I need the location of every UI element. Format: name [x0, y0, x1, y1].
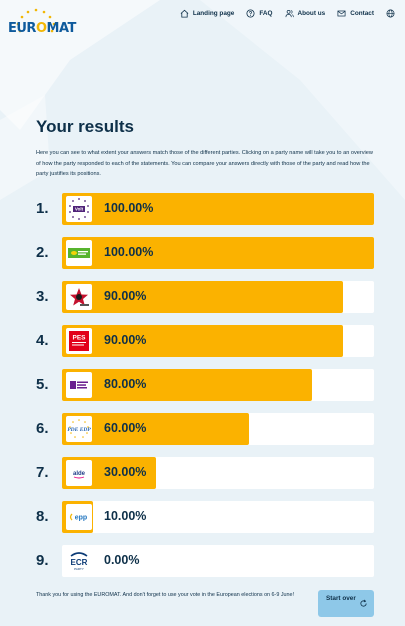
result-row: 6. PDE EDP 60.00% — [36, 413, 376, 445]
svg-text:Volt: Volt — [75, 207, 84, 212]
language-selector[interactable] — [386, 9, 399, 18]
result-row: 4. PES 90.00% — [36, 325, 376, 357]
rank-number: 6. — [36, 420, 49, 437]
match-fill — [62, 369, 312, 401]
intro-text: Here you can see to what extent your ans… — [36, 150, 373, 177]
page-title: Your results — [36, 117, 134, 136]
party-result-bar[interactable]: 90.00% — [62, 281, 374, 313]
euromat-logo[interactable]: EUROMAT — [8, 8, 76, 40]
result-row: 5. 80.00% — [36, 369, 376, 401]
result-row: 1. Volt 100.00% — [36, 193, 376, 225]
left-logo — [66, 284, 92, 310]
svg-text:ECR: ECR — [71, 558, 88, 567]
match-percentage: 80.00% — [104, 377, 147, 391]
nav-faq[interactable]: FAQ — [246, 9, 273, 18]
result-row: 9. ECR PARTY 0.00% — [36, 545, 376, 577]
footer-thanks-text: Thank you for using the EUROMAT. And don… — [36, 592, 295, 598]
party-result-bar[interactable]: epp 10.00% — [62, 501, 374, 533]
start-over-label: Start over — [326, 595, 356, 602]
mail-icon — [337, 10, 346, 17]
rank-number: 4. — [36, 332, 49, 349]
svg-text:PES: PES — [72, 335, 86, 342]
svg-text:PARTY: PARTY — [74, 567, 84, 571]
party-result-bar[interactable]: ECR PARTY 0.00% — [62, 545, 374, 577]
volt-logo: Volt — [66, 196, 92, 222]
svg-text:epp: epp — [75, 515, 87, 522]
svg-text:alde: alde — [73, 471, 86, 477]
match-percentage: 60.00% — [104, 421, 147, 435]
edp-logo: PDE EDP — [66, 416, 92, 442]
restart-icon — [360, 599, 367, 607]
renew-logo — [66, 372, 92, 398]
match-percentage: 100.00% — [104, 245, 154, 259]
main-nav: Landing page FAQ About us Contact — [168, 9, 399, 18]
result-row: 7. alde 30.00% — [36, 457, 376, 489]
result-row: 3. 90.00% — [36, 281, 376, 313]
rank-number: 9. — [36, 552, 49, 569]
pes-logo: PES — [66, 328, 92, 354]
match-percentage: 90.00% — [104, 333, 147, 347]
rank-number: 1. — [36, 200, 49, 217]
rank-number: 3. — [36, 288, 49, 305]
users-icon — [285, 9, 294, 18]
result-row: 8. epp 10.00% — [36, 501, 376, 533]
match-percentage: 100.00% — [104, 201, 154, 215]
party-result-bar[interactable]: PDE EDP 60.00% — [62, 413, 374, 445]
match-percentage: 30.00% — [104, 465, 147, 479]
rank-number: 2. — [36, 244, 49, 261]
party-result-bar[interactable]: 80.00% — [62, 369, 374, 401]
alde-logo: alde — [66, 460, 92, 486]
rank-number: 8. — [36, 508, 49, 525]
match-percentage: 90.00% — [104, 289, 147, 303]
match-percentage: 10.00% — [104, 509, 147, 523]
party-result-bar[interactable]: PES 90.00% — [62, 325, 374, 357]
nav-landing-page[interactable]: Landing page — [180, 9, 234, 18]
logo-text: EUROMAT — [8, 21, 76, 36]
start-over-button[interactable]: Start over — [318, 590, 374, 617]
nav-about-us[interactable]: About us — [285, 9, 325, 18]
rank-number: 5. — [36, 376, 49, 393]
match-percentage: 0.00% — [104, 553, 140, 567]
globe-icon — [386, 9, 395, 18]
svg-text:PDE EDP: PDE EDP — [67, 427, 91, 433]
epp-logo: epp — [66, 504, 92, 530]
site-header: EUROMAT Landing page FAQ About us Contac… — [0, 0, 405, 40]
home-icon — [180, 9, 189, 18]
party-result-bar[interactable]: 100.00% — [62, 237, 374, 269]
result-row: 2. 100.00% — [36, 237, 376, 269]
ecr-logo: ECR PARTY — [66, 548, 92, 574]
party-result-bar[interactable]: alde 30.00% — [62, 457, 374, 489]
party-result-bar[interactable]: Volt 100.00% — [62, 193, 374, 225]
nav-contact[interactable]: Contact — [337, 9, 374, 18]
question-icon — [246, 9, 255, 18]
rank-number: 7. — [36, 464, 49, 481]
greens-logo — [66, 240, 92, 266]
